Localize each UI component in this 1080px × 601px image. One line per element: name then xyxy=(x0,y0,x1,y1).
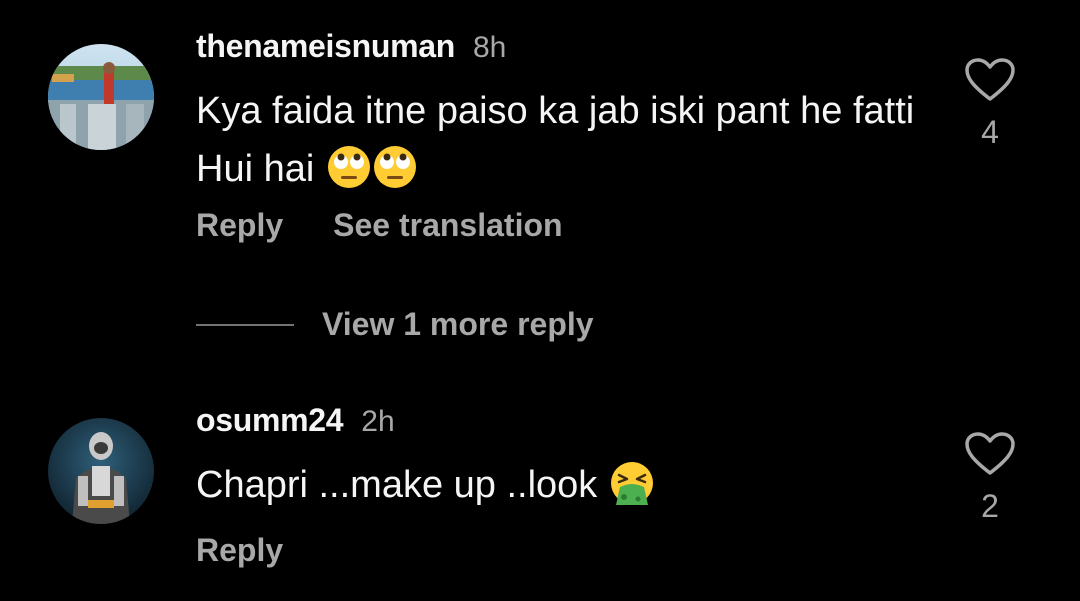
like-control: 2 xyxy=(962,432,1018,525)
view-more-replies-label[interactable]: View 1 more reply xyxy=(322,306,594,343)
heart-icon[interactable] xyxy=(965,58,1015,102)
comment-text: Chapri ...make up ..look xyxy=(196,464,598,506)
reply-button[interactable]: Reply xyxy=(196,532,283,569)
comments-section: thenameisnuman 8h Kya faida itne paiso k… xyxy=(0,0,1080,601)
username[interactable]: osumm24 xyxy=(196,402,344,439)
see-translation-button[interactable]: See translation xyxy=(333,207,562,244)
comment-text: Kya faida itne paiso ka jab iski pant he… xyxy=(196,90,915,190)
like-count: 2 xyxy=(981,488,999,524)
avatar[interactable] xyxy=(48,44,154,150)
comment-body: Chapri ...make up ..look xyxy=(196,456,936,514)
face-vomiting-icon xyxy=(610,461,654,505)
divider xyxy=(196,323,294,326)
username[interactable]: thenameisnuman xyxy=(196,28,455,65)
timestamp: 8h xyxy=(472,31,507,64)
comment-body: Kya faida itne paiso ka jab iski pant he… xyxy=(196,82,936,198)
like-count: 4 xyxy=(981,114,999,150)
like-control: 4 xyxy=(962,58,1018,151)
view-more-replies[interactable]: View 1 more reply xyxy=(196,306,594,343)
face-with-rolling-eyes-icon xyxy=(373,145,417,189)
heart-icon[interactable] xyxy=(965,432,1015,476)
avatar[interactable] xyxy=(48,418,154,524)
reply-button[interactable]: Reply xyxy=(196,207,283,244)
face-with-rolling-eyes-icon xyxy=(327,145,371,189)
timestamp: 2h xyxy=(361,405,395,438)
